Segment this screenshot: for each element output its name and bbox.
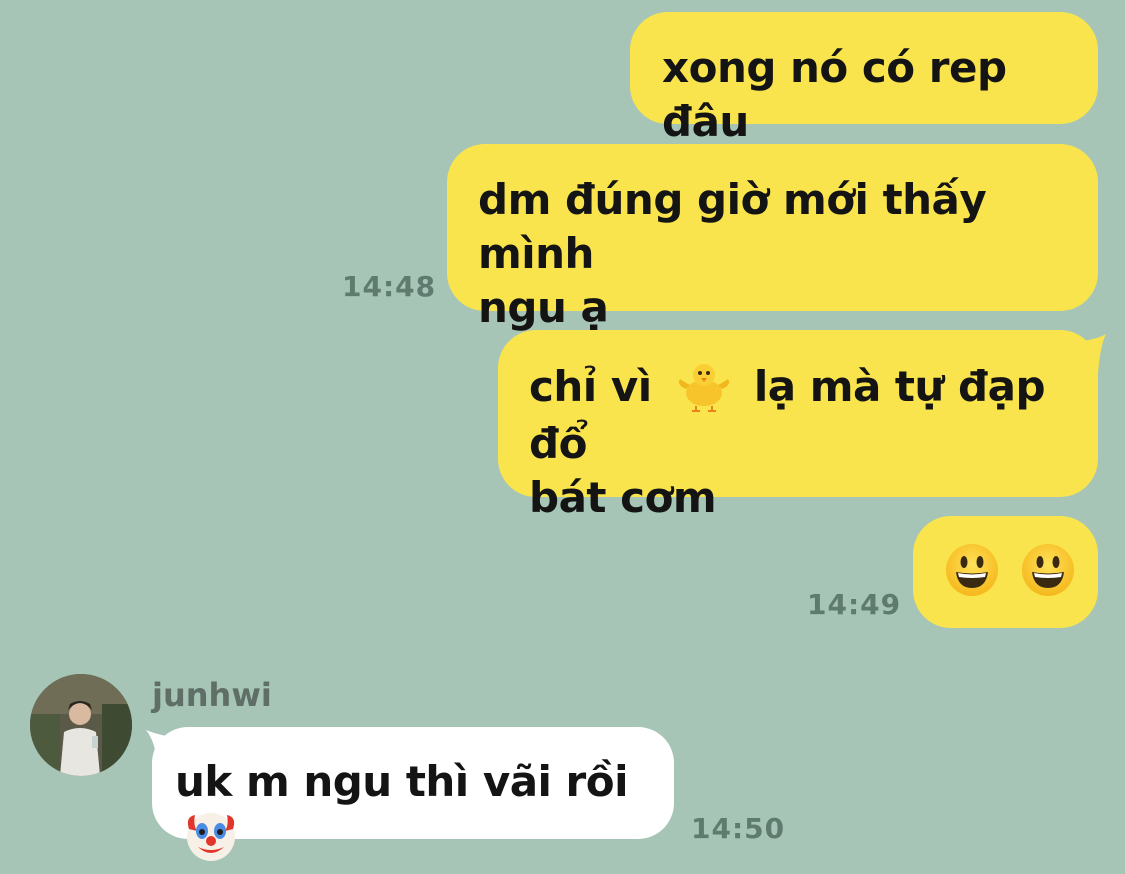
user-avatar-photo[interactable]: [30, 674, 132, 776]
message-text: chỉ vì: [529, 362, 652, 411]
message-text-line: dm đúng giờ mới thấy mình: [478, 175, 987, 278]
outgoing-message-bubble[interactable]: xong nó có rep đâu: [630, 12, 1098, 146]
grinning-face-emoji: [944, 542, 1000, 598]
outgoing-message-bubble[interactable]: chỉ vì lạ mà tự đạp đổ bát cơm: [498, 330, 1098, 522]
outgoing-message-bubble[interactable]: [913, 516, 1098, 628]
message-timestamp: 14:50: [691, 812, 786, 845]
chick-emoji: [676, 359, 732, 413]
message-timestamp: 14:48: [342, 270, 437, 303]
message-timestamp: 14:49: [807, 588, 902, 621]
incoming-message-bubble[interactable]: uk m ngu thì vãi rồi: [152, 727, 674, 861]
message-text: xong nó có rep đâu: [662, 43, 1007, 146]
sender-name: junhwi: [152, 676, 272, 714]
grinning-face-emoji: [1020, 542, 1076, 598]
outgoing-message-bubble[interactable]: dm đúng giờ mới thấy mình ngu ạ: [447, 144, 1098, 332]
message-text-line: chỉ vì lạ mà tự đạp đổ: [529, 360, 1098, 471]
clown-face-emoji: [183, 807, 239, 863]
message-text-line: ngu ạ: [478, 283, 609, 332]
message-text: uk m ngu thì vãi rồi: [175, 757, 629, 806]
